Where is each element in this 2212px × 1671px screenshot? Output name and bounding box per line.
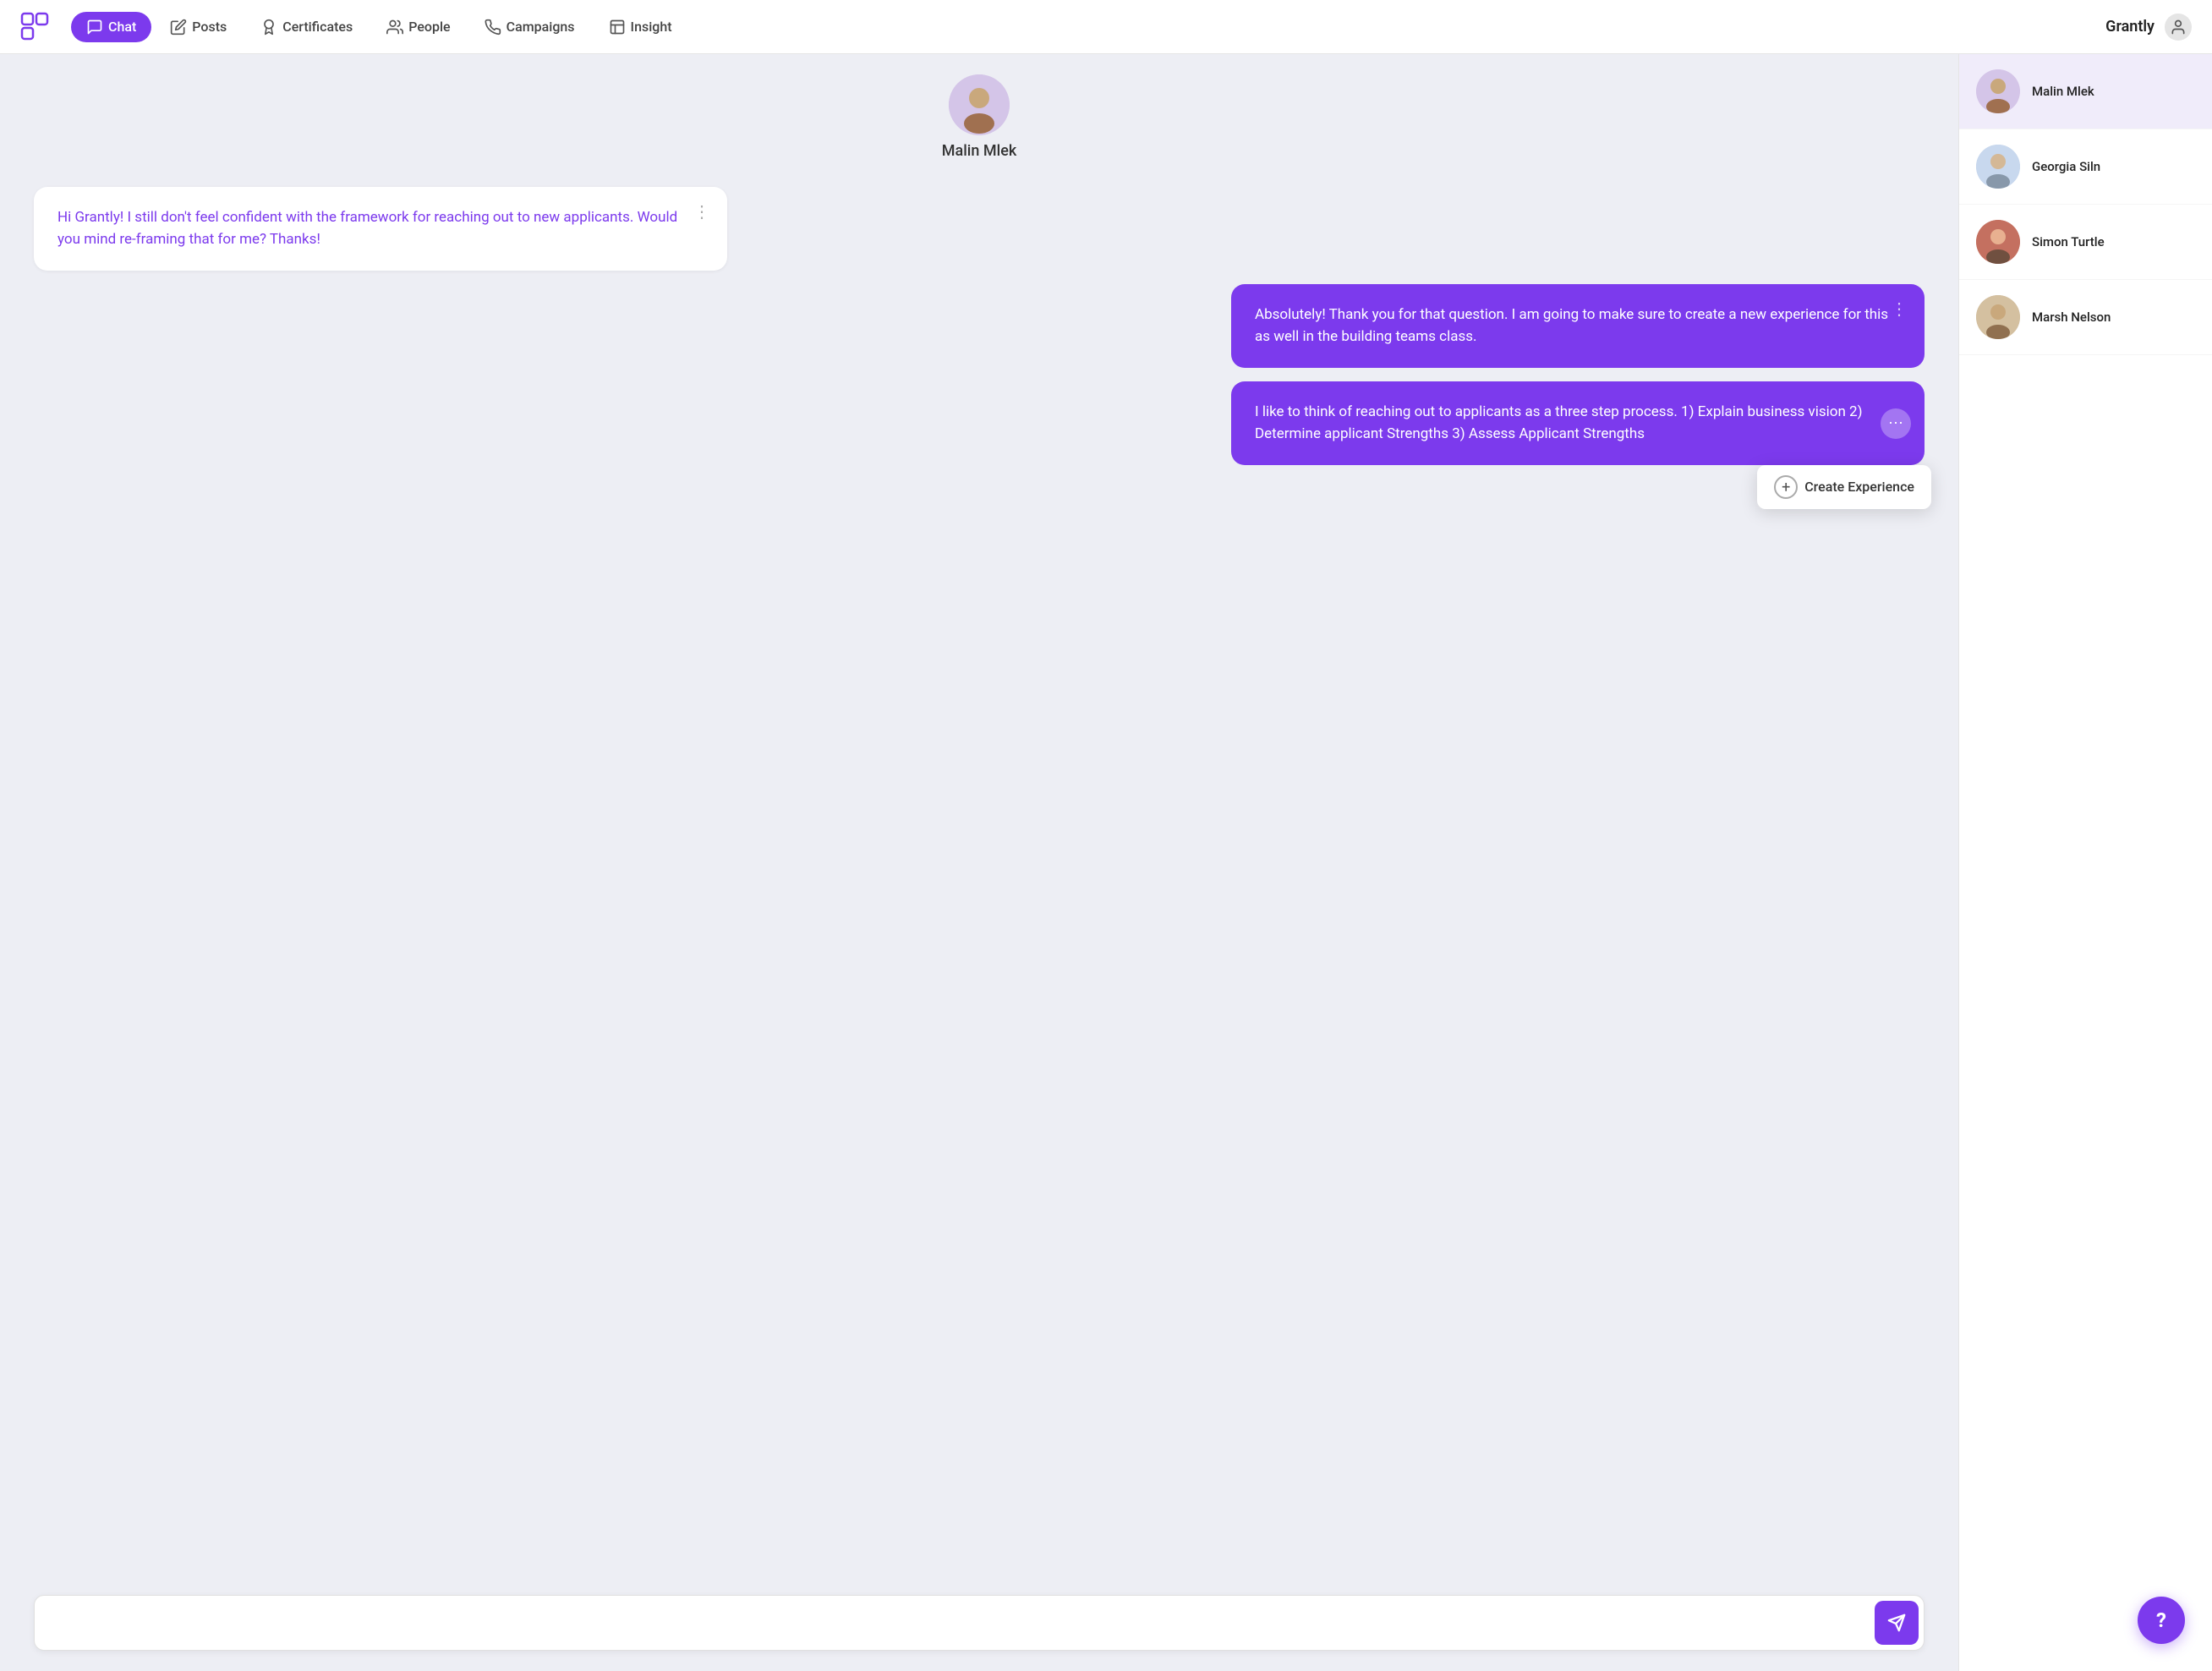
nav-item-certificates[interactable]: Certificates [245,12,368,42]
chat-active-username: Malin Mlek [942,142,1016,160]
chat-input-field[interactable] [35,1597,1870,1648]
message-text-3: I like to think of reaching out to appli… [1255,403,1863,442]
contact-name-simon: Simon Turtle [2032,234,2105,249]
chat-avatar-image [949,74,1010,135]
chat-input-area [0,1581,1958,1671]
message-menu-btn-2[interactable]: ⋮ [1887,299,1911,320]
contact-name-georgia: Georgia Siln [2032,159,2100,174]
message-bubble-sent-1: Absolutely! Thank you for that question.… [1231,284,1925,368]
campaigns-nav-icon [485,19,501,36]
brand-name: Grantly [2105,18,2155,36]
context-menu-popup: + Create Experience [1757,465,1931,509]
chat-area: Malin Mlek Hi Grantly! I still don't fee… [0,54,1958,1671]
people-nav-icon [386,19,403,36]
nav-label-certificates: Certificates [282,19,353,35]
send-button[interactable] [1875,1601,1919,1645]
contact-item-simon[interactable]: Simon Turtle [1959,205,2212,280]
contact-name-malin: Malin Mlek [2032,84,2094,99]
message-menu-btn-1[interactable]: ⋮ [690,202,714,222]
create-experience-icon[interactable]: + [1774,475,1798,499]
nav-label-people: People [408,19,450,35]
contact-avatar-georgia [1976,145,2020,189]
nav-label-campaigns: Campaigns [506,19,575,35]
create-experience-label[interactable]: Create Experience [1804,477,1914,497]
user-profile-icon[interactable] [2165,14,2192,41]
main-layout: Malin Mlek Hi Grantly! I still don't fee… [0,54,2212,1671]
chat-input-wrapper [34,1595,1925,1651]
posts-nav-icon [170,19,187,36]
message-bubble-received: Hi Grantly! I still don't feel confident… [34,187,727,271]
message-bubble-sent-2: I like to think of reaching out to appli… [1231,381,1925,465]
help-button[interactable]: ? [2138,1597,2185,1644]
contact-item-marsh[interactable]: Marsh Nelson [1959,280,2212,355]
help-label: ? [2156,1608,2166,1632]
contact-name-marsh: Marsh Nelson [2032,310,2111,325]
nav-label-insight: Insight [631,19,672,35]
message-text-1: Hi Grantly! I still don't feel confident… [57,209,677,248]
messages-container[interactable]: Hi Grantly! I still don't feel confident… [0,173,1958,1581]
nav-label-chat: Chat [108,19,136,35]
nav-item-people[interactable]: People [371,12,465,42]
nav-label-posts: Posts [192,19,227,35]
chat-nav-icon [86,19,103,36]
nav-item-posts[interactable]: Posts [155,12,242,42]
logo-icon[interactable] [20,12,51,42]
nav-items: Chat Posts Certificates People Campaigns [71,12,2099,42]
contact-avatar-malin [1976,69,2020,113]
contact-item-malin[interactable]: Malin Mlek [1959,54,2212,129]
chat-header: Malin Mlek [0,54,1958,173]
insight-nav-icon [609,19,626,36]
chat-active-avatar [949,74,1010,135]
nav-item-insight[interactable]: Insight [594,12,687,42]
nav-item-campaigns[interactable]: Campaigns [469,12,590,42]
nav-right: Grantly [2105,14,2192,41]
nav-item-chat[interactable]: Chat [71,12,151,42]
right-sidebar: Malin Mlek Georgia Siln Simon Turtle Mar… [1958,54,2212,1671]
topnav: Chat Posts Certificates People Campaigns [0,0,2212,54]
contact-avatar-simon [1976,220,2020,264]
message-action-circle[interactable]: ⋯ [1881,408,1911,439]
message-text-2: Absolutely! Thank you for that question.… [1255,306,1888,345]
certificates-nav-icon [260,19,277,36]
contact-item-georgia[interactable]: Georgia Siln [1959,129,2212,205]
contact-avatar-marsh [1976,295,2020,339]
